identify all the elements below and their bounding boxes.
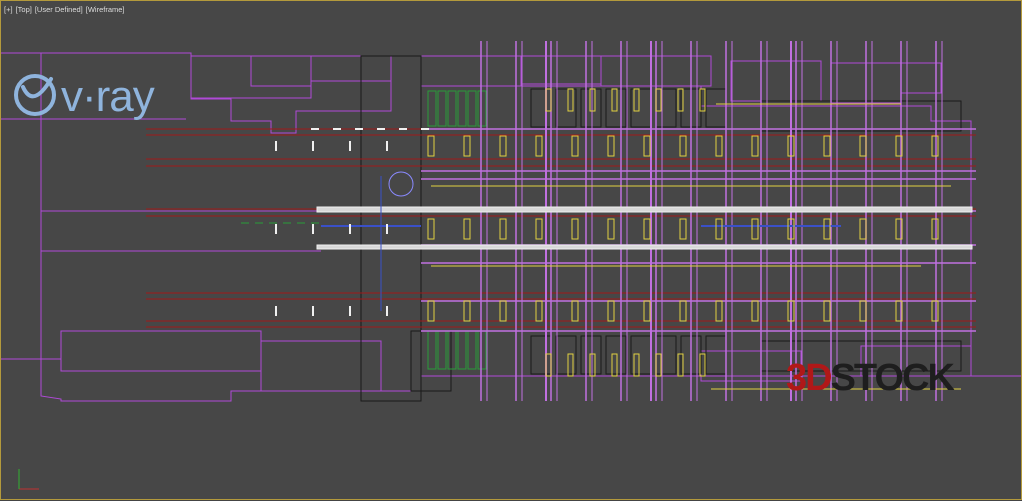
light-fixture: [931, 218, 939, 240]
wall-block: [605, 88, 627, 128]
light-fixture: [715, 300, 723, 322]
stair-rect: [457, 330, 467, 370]
light-fixture: [679, 218, 687, 240]
light-fixture: [643, 300, 651, 322]
light-fixture: [427, 300, 435, 322]
light-fixture: [427, 218, 435, 240]
stair-rect: [457, 90, 467, 127]
viewport-top-wireframe[interactable]: [+] [Top] [User Defined] [Wireframe] v·r…: [0, 0, 1022, 500]
light-fixture: [607, 300, 615, 322]
wall-block: [705, 88, 727, 128]
light-fixture: [463, 135, 471, 157]
light-fixture: [859, 218, 867, 240]
light-fixture: [463, 218, 471, 240]
light-fixture: [611, 353, 618, 377]
room-outline: [730, 60, 822, 102]
light-fixture: [751, 135, 759, 157]
stair-rect: [427, 90, 437, 127]
light-fixture: [567, 353, 574, 377]
light-fixture: [611, 88, 618, 112]
light-fixture: [859, 300, 867, 322]
stair-rect: [467, 90, 477, 127]
wall-block: [580, 88, 602, 128]
light-fixture: [931, 135, 939, 157]
light-fixture: [715, 218, 723, 240]
light-fixture: [751, 218, 759, 240]
light-fixture: [931, 300, 939, 322]
light-fixture: [499, 218, 507, 240]
wall-block: [655, 335, 677, 375]
light-fixture: [567, 88, 574, 112]
stair-rect: [447, 90, 457, 127]
light-fixture: [679, 135, 687, 157]
wall-block: [530, 335, 552, 375]
wall-block: [530, 88, 552, 128]
room-outline: [60, 330, 262, 372]
viewport-label: [+] [Top] [User Defined] [Wireframe]: [4, 3, 125, 16]
stair-rect: [447, 330, 457, 370]
stair-rect: [477, 90, 487, 127]
light-fixture: [679, 300, 687, 322]
light-fixture: [571, 300, 579, 322]
light-fixture: [571, 218, 579, 240]
wireframe-scene[interactable]: [1, 1, 1022, 501]
light-fixture: [535, 135, 543, 157]
light-fixture: [633, 353, 640, 377]
light-fixture: [499, 300, 507, 322]
light-fixture: [643, 135, 651, 157]
wall-block: [655, 88, 677, 128]
vray-logo-text: v·ray: [61, 72, 155, 121]
wall-block: [580, 335, 602, 375]
light-fixture: [607, 218, 615, 240]
watermark-stock: STOCK: [830, 357, 955, 399]
room-outline: [250, 55, 312, 87]
room-outline: [420, 55, 522, 87]
room-outline: [310, 55, 392, 82]
viewport-mode-label[interactable]: [Wireframe]: [86, 5, 125, 14]
viewport-view-label[interactable]: [Top]: [16, 5, 32, 14]
light-fixture: [823, 135, 831, 157]
wall-block: [605, 335, 627, 375]
light-fixture: [643, 218, 651, 240]
stair-rect: [437, 330, 447, 370]
viewport-shading-label[interactable]: [User Defined]: [35, 5, 83, 14]
wall-block: [705, 335, 727, 375]
light-fixture: [463, 300, 471, 322]
light-fixture: [499, 135, 507, 157]
stair-rect: [427, 330, 437, 370]
light-fixture: [535, 300, 543, 322]
watermark-3d: 3D: [786, 357, 833, 399]
white-beam: [316, 244, 973, 250]
wall-block: [410, 330, 452, 392]
stair-rect: [477, 330, 487, 370]
stair-circle: [388, 171, 414, 197]
white-beam: [316, 206, 973, 213]
light-fixture: [427, 135, 435, 157]
light-fixture: [535, 218, 543, 240]
room-outline: [260, 340, 382, 392]
axis-gizmo-icon: [18, 469, 39, 490]
light-fixture: [859, 135, 867, 157]
light-fixture: [607, 135, 615, 157]
light-fixture: [823, 218, 831, 240]
stair-rect: [467, 330, 477, 370]
light-fixture: [571, 135, 579, 157]
light-fixture: [751, 300, 759, 322]
vray-swoosh-icon: [14, 74, 56, 116]
light-fixture: [715, 135, 723, 157]
3dstock-watermark: 3DSTOCK: [786, 357, 955, 399]
light-fixture: [633, 88, 640, 112]
light-fixture: [823, 300, 831, 322]
stair-rect: [437, 90, 447, 127]
room-outline: [520, 55, 602, 85]
viewport-menu-plus[interactable]: [+]: [4, 5, 13, 14]
